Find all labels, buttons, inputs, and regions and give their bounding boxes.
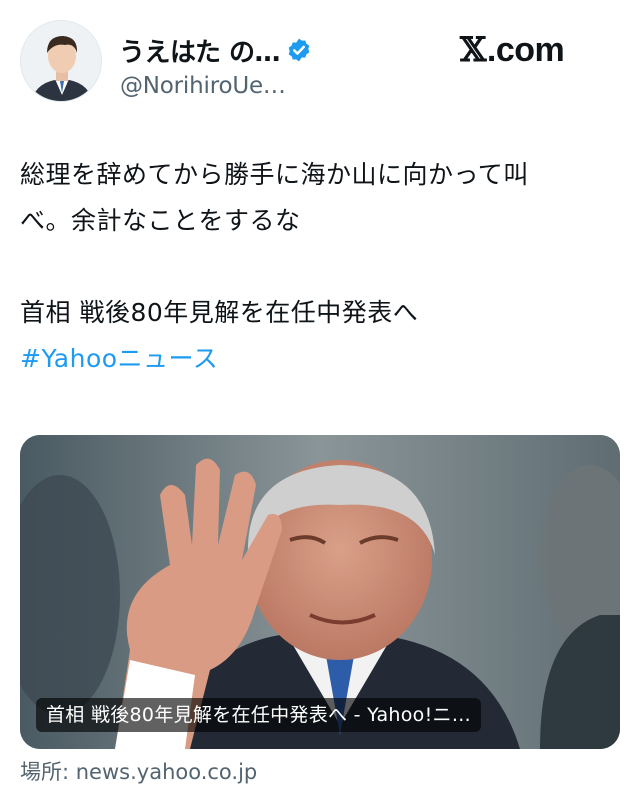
x-logo-icon: 𝕏 bbox=[460, 30, 486, 70]
tweet-line-2: べ。余計なことをするな bbox=[20, 206, 301, 235]
site-suffix: .com bbox=[486, 30, 565, 69]
user-avatar-icon bbox=[21, 21, 101, 101]
tweet-header: うえはた の… @NorihiroUe… 𝕏 .com bbox=[20, 20, 620, 116]
card-title[interactable]: 首相 戦後80年見解を在任中発表へ - Yahoo!ニ… bbox=[36, 698, 482, 732]
user-handle[interactable]: @NorihiroUe… bbox=[120, 73, 286, 99]
link-preview-card[interactable]: 首相 戦後80年見解を在任中発表へ - Yahoo!ニ… bbox=[20, 435, 620, 749]
display-name[interactable]: うえはた の… bbox=[119, 32, 281, 69]
x-com-logo[interactable]: 𝕏 .com bbox=[460, 30, 565, 70]
hashtag-link[interactable]: #Yahooニュース bbox=[20, 336, 620, 382]
tweet-line-1: 総理を辞めてから勝手に海か山に向かって叫 bbox=[20, 160, 529, 189]
avatar[interactable] bbox=[20, 20, 102, 102]
verified-badge-icon bbox=[288, 38, 310, 62]
tweet-line-3: 首相 戦後80年見解を在任中発表へ bbox=[20, 298, 419, 327]
link-source[interactable]: 場所: news.yahoo.co.jp bbox=[20, 756, 257, 786]
tweet-text: 総理を辞めてから勝手に海か山に向かって叫 べ。余計なことをするな 首相 戦後80… bbox=[20, 152, 620, 382]
name-row: うえはた の… bbox=[119, 30, 312, 70]
